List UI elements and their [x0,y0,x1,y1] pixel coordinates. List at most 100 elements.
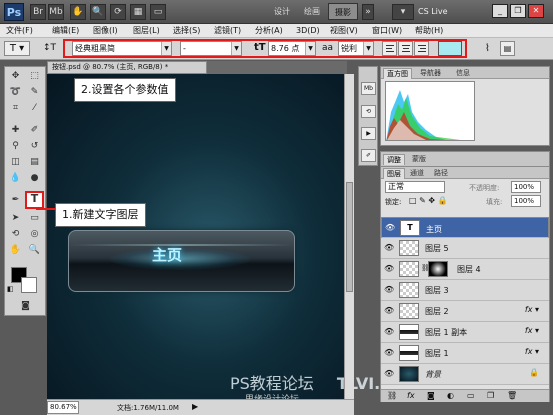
eye-icon[interactable]: 👁 [384,369,394,379]
healing-brush-tool-icon[interactable]: ✚ [7,123,24,138]
quick-select-tool-icon[interactable]: ✎ [26,85,43,100]
align-center-button[interactable] [398,41,413,56]
lock-icons[interactable]: □ ✎ ✥ 🔒 [409,196,448,205]
layer-row[interactable]: 👁 背景 🔒 [381,364,549,385]
background-color-swatch[interactable] [21,277,37,293]
path-selection-tool-icon[interactable]: ➤ [7,211,24,226]
align-right-button[interactable] [414,41,429,56]
menu-select[interactable]: 选择(S) [171,24,202,38]
layer-row[interactable]: 👁 图层 1 fx ▾ [381,343,549,364]
clone-stamp-tool-icon[interactable]: ⚲ [7,139,24,154]
lasso-tool-icon[interactable]: ➰ [7,85,24,100]
antialias-select[interactable]: 锐利 ▼ [338,41,374,56]
eye-icon[interactable]: 👁 [384,327,394,337]
brush-panel-icon[interactable]: ✐ [361,149,376,162]
tab-layers[interactable]: 图层 [383,168,405,179]
opacity-field[interactable]: 100% [511,181,541,193]
screen-mode-icon[interactable]: ▭ [150,4,166,20]
menu-image[interactable]: 图像(I) [91,24,120,38]
tab-info[interactable]: 信息 [453,68,473,79]
layer-effects-icon[interactable]: fx ▾ [525,326,539,335]
eye-icon[interactable]: 👁 [385,223,395,233]
layer-row[interactable]: 👁 图层 2 fx ▾ [381,301,549,322]
3d-orbit-tool-icon[interactable]: ◎ [26,227,43,242]
new-layer-icon[interactable]: ❐ [487,391,494,400]
workspace-painting[interactable]: 绘画 [298,3,326,20]
add-mask-icon[interactable]: ◙ [427,391,435,400]
layer-effects-icon[interactable]: fx ▾ [525,305,539,314]
dodge-tool-icon[interactable]: ● [26,171,43,186]
minimize-button[interactable]: _ [492,4,508,18]
zoom-tool-icon[interactable]: 🔍 [26,243,43,258]
font-style-select[interactable]: - ▼ [180,41,242,56]
cs-live-button[interactable]: CS Live [418,3,470,20]
actions-panel-icon[interactable]: ▶ [361,127,376,140]
menu-view[interactable]: 视图(V) [328,24,360,38]
rotate-view-icon[interactable]: ⟳ [110,4,126,20]
menu-edit[interactable]: 编辑(E) [50,24,81,38]
close-button[interactable]: ✕ [528,4,544,18]
3d-rotate-tool-icon[interactable]: ⟲ [7,227,24,242]
eye-icon[interactable]: 👁 [384,306,394,316]
layer-row[interactable]: 👁 图层 1 副本 fx ▾ [381,322,549,343]
tab-navigator[interactable]: 导航器 [417,68,444,79]
eye-icon[interactable]: 👁 [384,285,394,295]
align-left-button[interactable] [382,41,397,56]
crop-tool-icon[interactable]: ⌗ [7,101,24,116]
workspace-design[interactable]: 设计 [268,3,296,20]
font-size-select[interactable]: 8.76 点 ▼ [268,41,316,56]
character-panel-icon[interactable]: ▤ [500,41,515,56]
layer-row[interactable]: 👁 图层 5 [381,238,549,259]
workspace-menu-icon[interactable]: ▾ [392,4,414,20]
default-colors-icon[interactable]: ◧ [7,285,14,293]
add-style-icon[interactable]: fx [407,391,415,400]
link-layers-icon[interactable]: ⛓ [387,391,397,400]
layer-row[interactable]: 👁 图层 3 [381,280,549,301]
vertical-scrollbar[interactable] [344,74,354,399]
menu-layer[interactable]: 图层(L) [131,24,162,38]
minibridge-panel-icon[interactable]: Mb [361,82,376,95]
workspace-more-icon[interactable]: » [362,4,374,20]
tab-channels[interactable]: 通道 [407,168,427,179]
eraser-tool-icon[interactable]: ◫ [7,155,24,170]
document-tab[interactable]: 按钮.psd @ 80.7% (主页, RGB/8) * [47,61,207,74]
menu-file[interactable]: 文件(F) [4,24,35,38]
tab-masks[interactable]: 蒙版 [409,154,429,165]
new-group-icon[interactable]: ▭ [467,391,475,400]
fill-field[interactable]: 100% [511,195,541,207]
warp-text-icon[interactable]: ⌇ [480,41,495,56]
restore-button[interactable]: ❐ [510,4,526,18]
text-color-swatch[interactable] [438,41,462,56]
adjustment-layer-icon[interactable]: ◐ [447,391,454,400]
menu-filter[interactable]: 滤镜(T) [212,24,243,38]
pen-tool-icon[interactable]: ✒ [7,193,24,208]
zoom-field[interactable]: 80.67% [47,401,79,414]
quick-mask-icon[interactable]: ◙ [17,299,34,314]
layer-mask-thumbnail[interactable] [428,261,448,277]
type-tool-icon[interactable]: T [25,191,44,209]
bridge-icon[interactable]: Br [30,4,46,20]
history-panel-icon[interactable]: ⟲ [361,105,376,118]
eye-icon[interactable]: 👁 [384,243,394,253]
scrollbar-thumb[interactable] [346,182,353,292]
tab-adjustments[interactable]: 调整 [383,154,405,165]
hand-view-icon[interactable]: ✋ [70,4,86,20]
move-tool-icon[interactable]: ✥ [7,69,24,84]
arrange-documents-icon[interactable]: ▦ [130,4,146,20]
blend-mode-select[interactable]: 正常 [385,181,445,193]
gradient-tool-icon[interactable]: ▤ [26,155,43,170]
delete-layer-icon[interactable]: 🗑 [507,391,517,400]
text-orientation-icon[interactable]: ↕T [42,41,57,56]
zoom-view-icon[interactable]: 🔍 [90,4,106,20]
eye-icon[interactable]: 👁 [384,264,394,274]
menu-3d[interactable]: 3D(D) [294,24,322,38]
layer-row[interactable]: 👁 T 主页 [381,217,549,238]
status-arrow-icon[interactable]: ▶ [192,402,198,411]
marquee-tool-icon[interactable]: ⬚ [26,69,43,84]
workspace-photography[interactable]: 摄影 [328,3,358,20]
tool-preset-picker[interactable]: T ▾ [4,41,30,56]
shape-tool-icon[interactable]: ▭ [26,211,43,226]
layer-effects-icon[interactable]: fx ▾ [525,347,539,356]
minibridge-icon[interactable]: Mb [48,4,64,20]
blur-tool-icon[interactable]: 💧 [7,171,24,186]
